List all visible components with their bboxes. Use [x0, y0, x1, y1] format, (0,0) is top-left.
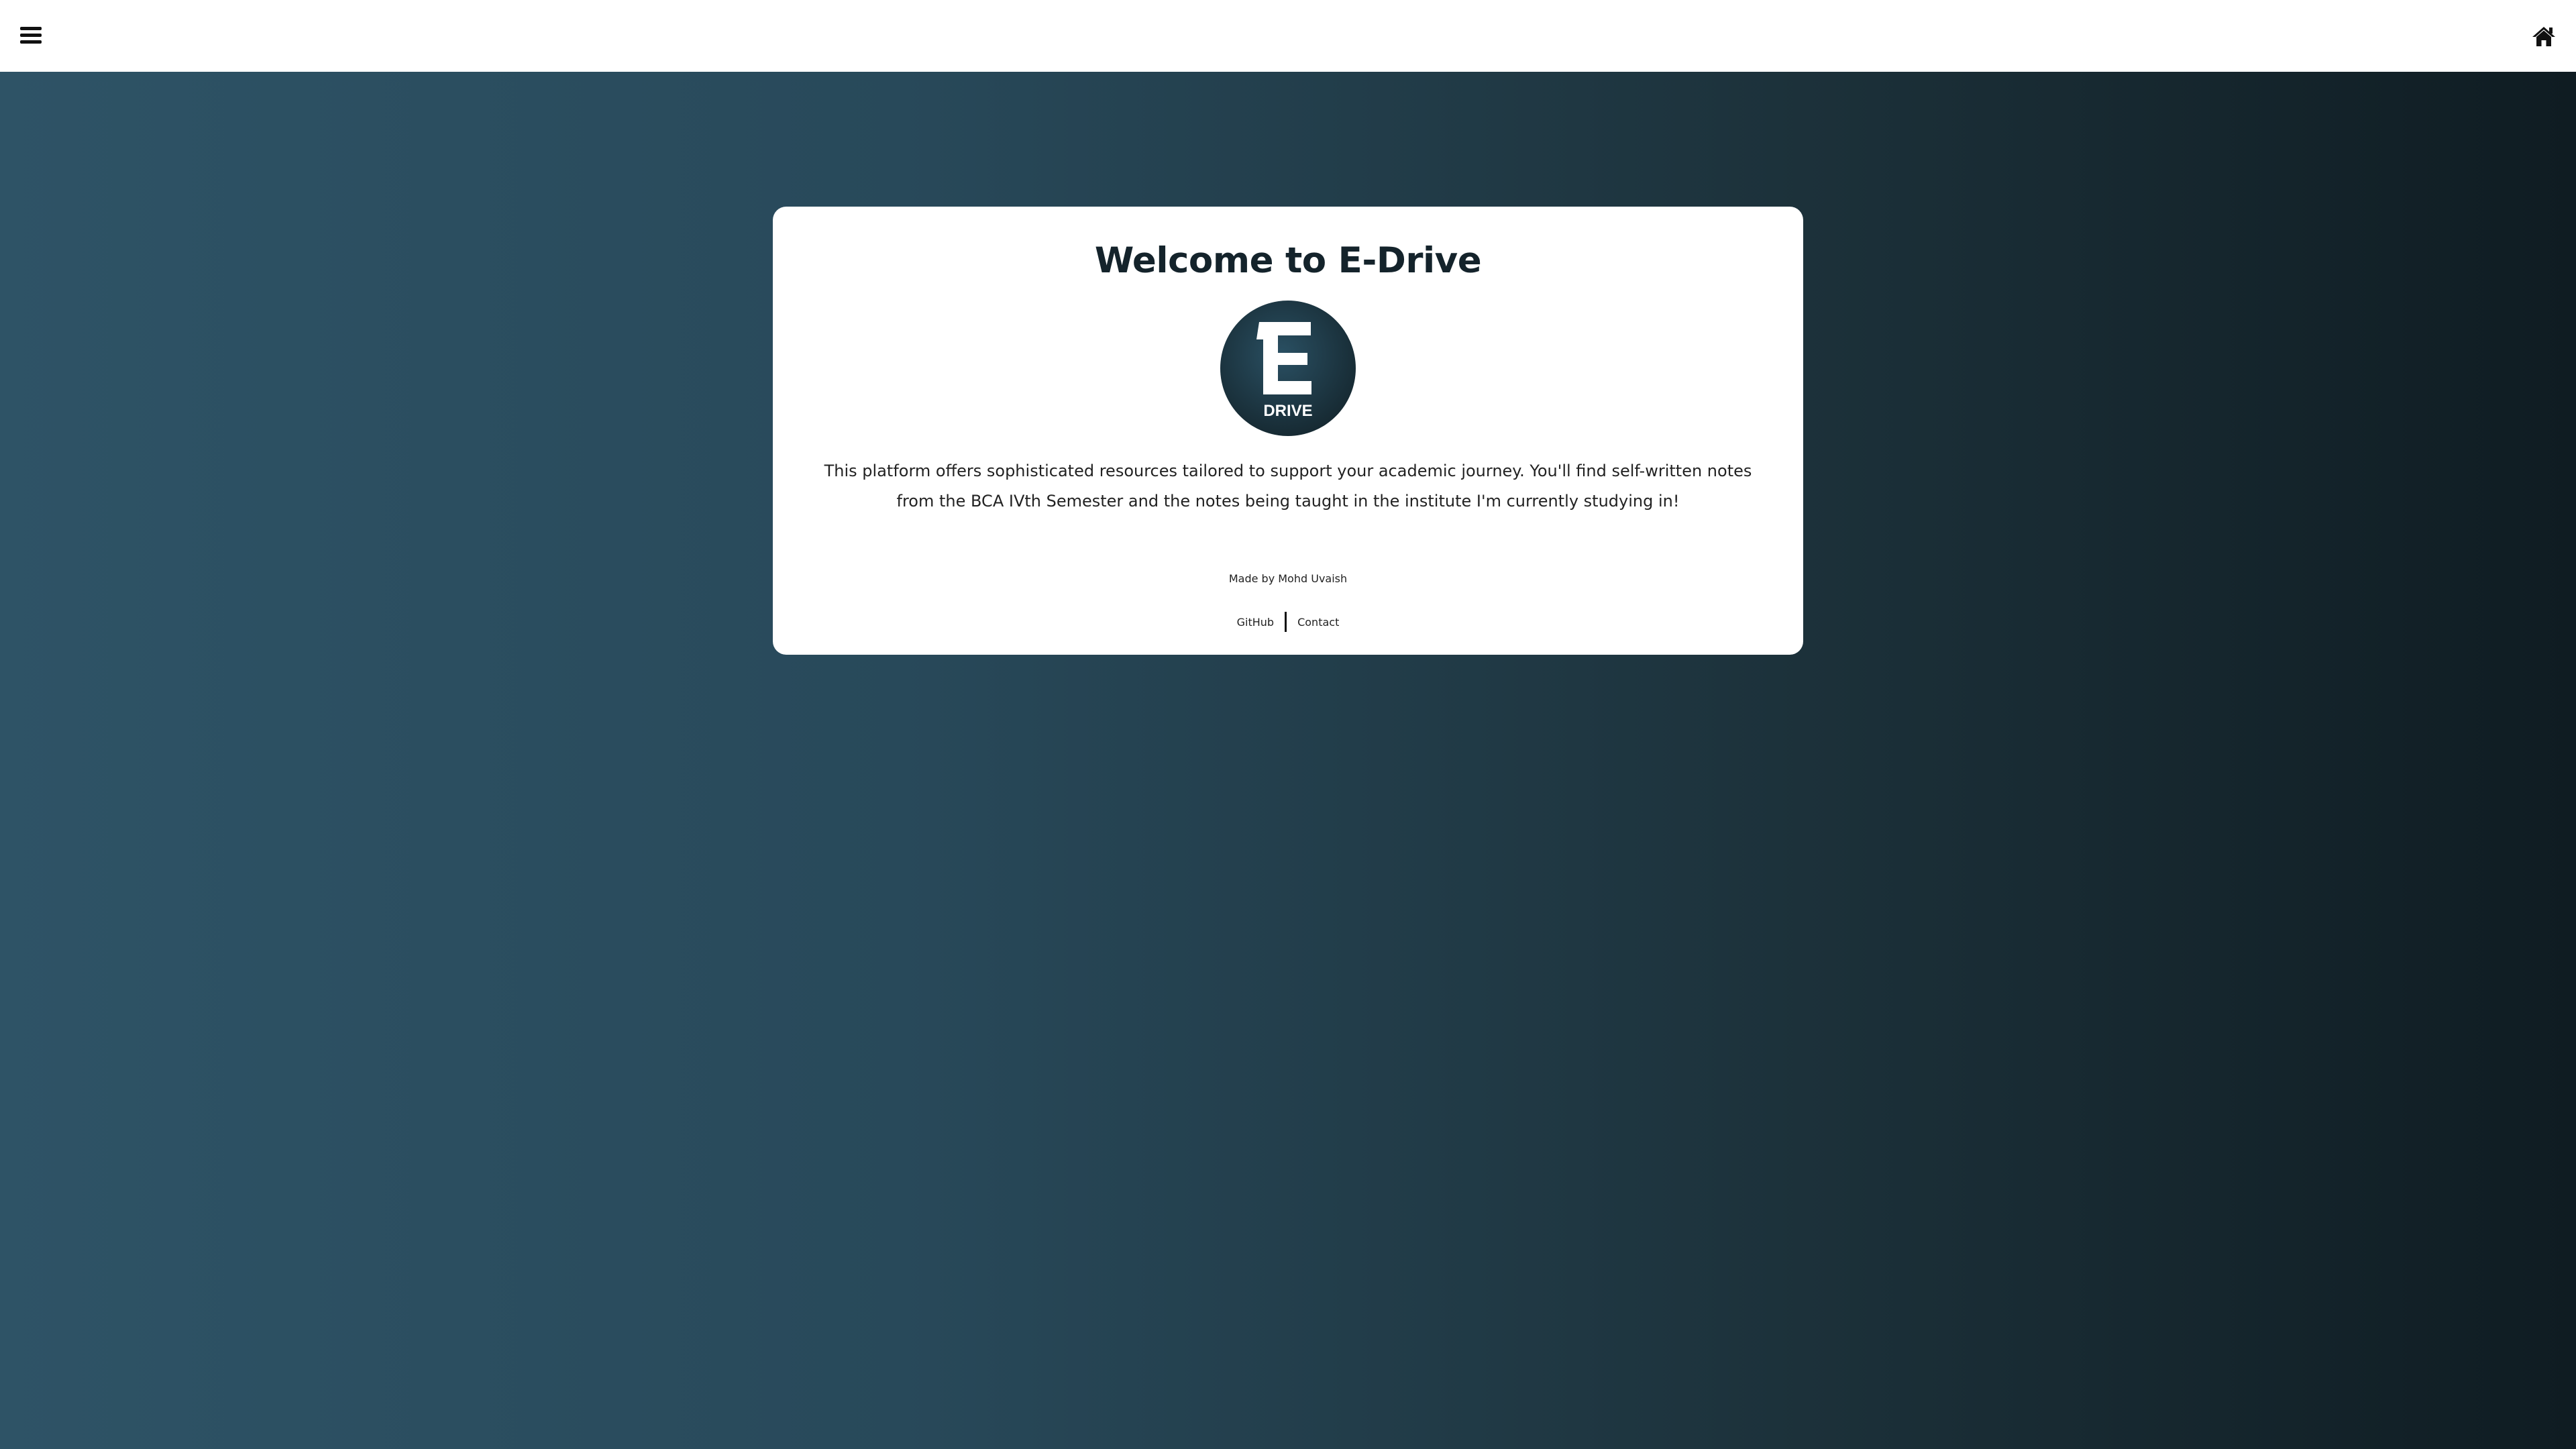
page-title: Welcome to E-Drive — [1094, 240, 1482, 281]
welcome-card: Welcome to E-Drive DRIVE This platform o… — [773, 207, 1803, 655]
home-icon[interactable] — [2532, 24, 2556, 48]
github-link[interactable]: GitHub — [1237, 616, 1274, 629]
intro-description: This platform offers sophisticated resou… — [824, 462, 1752, 511]
author-credit: Made by Mohd Uvaish — [1228, 572, 1348, 585]
link-divider — [1285, 612, 1287, 632]
hamburger-menu-icon[interactable] — [20, 25, 42, 46]
top-navbar — [0, 0, 2576, 72]
footer-links: GitHub Contact — [773, 612, 1803, 632]
contact-link[interactable]: Contact — [1297, 616, 1339, 629]
e-drive-logo: DRIVE — [1220, 301, 1356, 436]
logo-word: DRIVE — [1263, 402, 1312, 420]
